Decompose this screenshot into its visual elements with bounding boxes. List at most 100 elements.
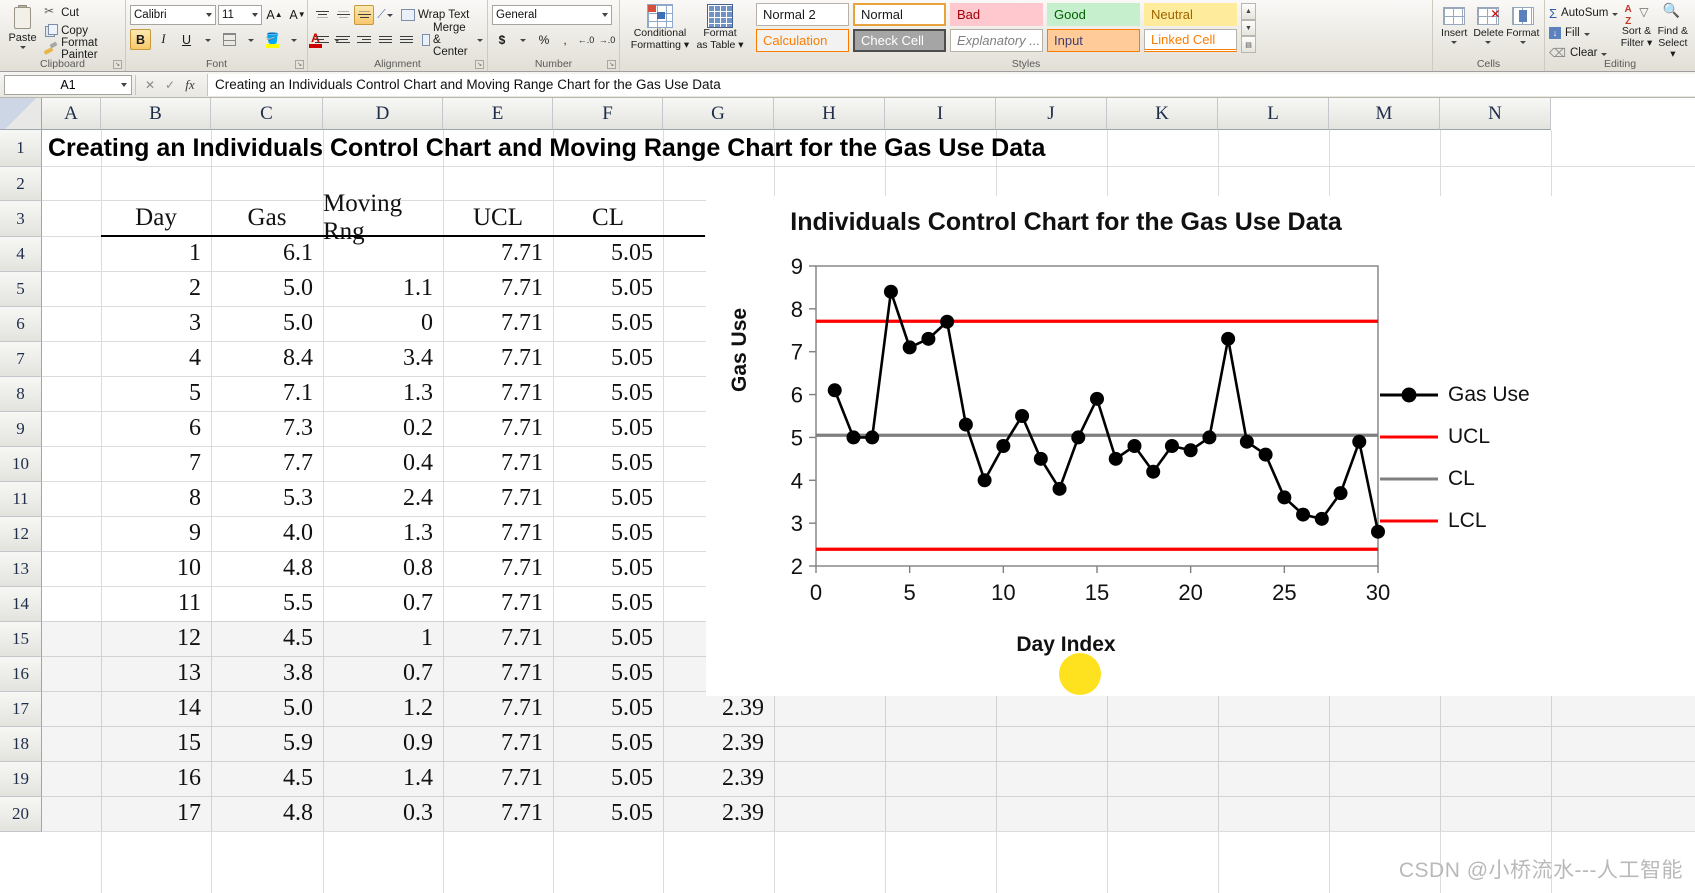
percent-button[interactable]: %	[534, 29, 554, 50]
format-cells-button[interactable]: Format	[1506, 5, 1540, 44]
align-bottom-icon[interactable]	[354, 4, 374, 25]
insert-function-icon[interactable]: fx	[180, 76, 200, 94]
row-header-15[interactable]: 15	[0, 622, 42, 657]
align-center-icon[interactable]	[333, 30, 353, 50]
cell-C17[interactable]: 5.0	[211, 691, 323, 726]
cell-C8[interactable]: 7.1	[211, 376, 323, 411]
cell-A1[interactable]: Creating an Individuals Control Chart an…	[42, 130, 1242, 166]
merge-center-button[interactable]: Merge & Center	[418, 22, 483, 58]
select-all-corner[interactable]	[0, 98, 42, 130]
row-header-8[interactable]: 8	[0, 377, 42, 412]
row-header-13[interactable]: 13	[0, 552, 42, 587]
cell-C12[interactable]: 4.0	[211, 516, 323, 551]
cell-E16[interactable]: 7.71	[443, 656, 553, 691]
cell-F10[interactable]: 5.05	[553, 446, 663, 481]
column-header-H[interactable]: H	[774, 98, 885, 130]
cell-B3[interactable]: Day	[101, 200, 211, 236]
cell-B15[interactable]: 12	[101, 621, 211, 656]
cell-C5[interactable]: 5.0	[211, 271, 323, 306]
cut-button[interactable]: Cut	[41, 4, 121, 21]
cell-E9[interactable]: 7.71	[443, 411, 553, 446]
orientation-icon[interactable]: ⟋	[375, 5, 395, 25]
row-header-5[interactable]: 5	[0, 272, 42, 307]
paste-button[interactable]: Paste	[4, 3, 41, 49]
column-header-A[interactable]: A	[42, 98, 101, 130]
row-header-18[interactable]: 18	[0, 727, 42, 762]
cell-D18[interactable]: 0.9	[323, 726, 443, 761]
row-header-14[interactable]: 14	[0, 587, 42, 622]
cell-E17[interactable]: 7.71	[443, 691, 553, 726]
autosum-button[interactable]: Σ AutoSum	[1549, 4, 1619, 22]
cell-F20[interactable]: 5.05	[553, 796, 663, 831]
cell-F14[interactable]: 5.05	[553, 586, 663, 621]
row-header-7[interactable]: 7	[0, 342, 42, 377]
cell-D12[interactable]: 1.3	[323, 516, 443, 551]
cell-D9[interactable]: 0.2	[323, 411, 443, 446]
cell-D20[interactable]: 0.3	[323, 796, 443, 831]
cell-E15[interactable]: 7.71	[443, 621, 553, 656]
cell-D17[interactable]: 1.2	[323, 691, 443, 726]
number-dialog-launcher[interactable]: ↘	[607, 60, 616, 69]
column-header-I[interactable]: I	[885, 98, 996, 130]
font-size-combo[interactable]: 11	[218, 4, 262, 25]
cell-E7[interactable]: 7.71	[443, 341, 553, 376]
comma-button[interactable]: ,	[555, 29, 575, 50]
style-linked-cell[interactable]: Linked Cell	[1144, 29, 1237, 52]
sort-filter-button[interactable]: AZ ▽ Sort & Filter ▾	[1618, 4, 1654, 49]
cell-D3[interactable]: Moving Rng	[323, 190, 443, 245]
style-calculation[interactable]: Calculation	[756, 29, 849, 52]
cell-E8[interactable]: 7.71	[443, 376, 553, 411]
cell-G20[interactable]: 2.39	[663, 796, 774, 831]
cell-B20[interactable]: 17	[101, 796, 211, 831]
row-header-12[interactable]: 12	[0, 517, 42, 552]
row-header-2[interactable]: 2	[0, 167, 42, 201]
cell-F4[interactable]: 5.05	[553, 236, 663, 271]
cell-C11[interactable]: 5.3	[211, 481, 323, 516]
cell-F3[interactable]: CL	[553, 200, 663, 236]
row-header-17[interactable]: 17	[0, 692, 42, 727]
grow-font-button[interactable]: A ▲	[264, 4, 285, 25]
style-good[interactable]: Good	[1047, 3, 1140, 26]
cell-E4[interactable]: 7.71	[443, 236, 553, 271]
underline-button[interactable]: U	[176, 29, 197, 50]
cell-D19[interactable]: 1.4	[323, 761, 443, 796]
cell-C6[interactable]: 5.0	[211, 306, 323, 341]
align-middle-icon[interactable]	[333, 5, 353, 25]
cell-D6[interactable]: 0	[323, 306, 443, 341]
alignment-dialog-launcher[interactable]: ↘	[475, 60, 484, 69]
italic-button[interactable]: I	[153, 29, 174, 50]
row-header-16[interactable]: 16	[0, 657, 42, 692]
cell-C18[interactable]: 5.9	[211, 726, 323, 761]
column-header-G[interactable]: G	[663, 98, 774, 130]
align-left-icon[interactable]	[312, 30, 332, 50]
column-header-C[interactable]: C	[211, 98, 323, 130]
cell-D11[interactable]: 2.4	[323, 481, 443, 516]
row-header-3[interactable]: 3	[0, 201, 42, 237]
cell-D14[interactable]: 0.7	[323, 586, 443, 621]
cell-C4[interactable]: 6.1	[211, 236, 323, 271]
cell-F18[interactable]: 5.05	[553, 726, 663, 761]
cell-styles-scrollbar[interactable]: ▲ ▼ ▤	[1241, 3, 1256, 54]
cell-F19[interactable]: 5.05	[553, 761, 663, 796]
cell-C19[interactable]: 4.5	[211, 761, 323, 796]
cell-E12[interactable]: 7.71	[443, 516, 553, 551]
cell-C10[interactable]: 7.7	[211, 446, 323, 481]
cell-F8[interactable]: 5.05	[553, 376, 663, 411]
cell-E18[interactable]: 7.71	[443, 726, 553, 761]
cell-B9[interactable]: 6	[101, 411, 211, 446]
cell-B18[interactable]: 15	[101, 726, 211, 761]
row-header-9[interactable]: 9	[0, 412, 42, 447]
find-select-button[interactable]: 🔍 Find & Select ▾	[1655, 3, 1691, 61]
cell-C3[interactable]: Gas	[211, 200, 323, 236]
column-header-F[interactable]: F	[553, 98, 663, 130]
styles-more-icon[interactable]: ▤	[1241, 36, 1256, 54]
row-header-20[interactable]: 20	[0, 797, 42, 832]
column-header-M[interactable]: M	[1329, 98, 1440, 130]
column-header-K[interactable]: K	[1107, 98, 1218, 130]
cell-F12[interactable]: 5.05	[553, 516, 663, 551]
increase-decimal-button[interactable]: ←.0	[576, 29, 596, 50]
align-top-icon[interactable]	[312, 5, 332, 25]
increase-indent-icon[interactable]	[396, 30, 416, 50]
cell-G17[interactable]: 2.39	[663, 691, 774, 726]
cell-C15[interactable]: 4.5	[211, 621, 323, 656]
